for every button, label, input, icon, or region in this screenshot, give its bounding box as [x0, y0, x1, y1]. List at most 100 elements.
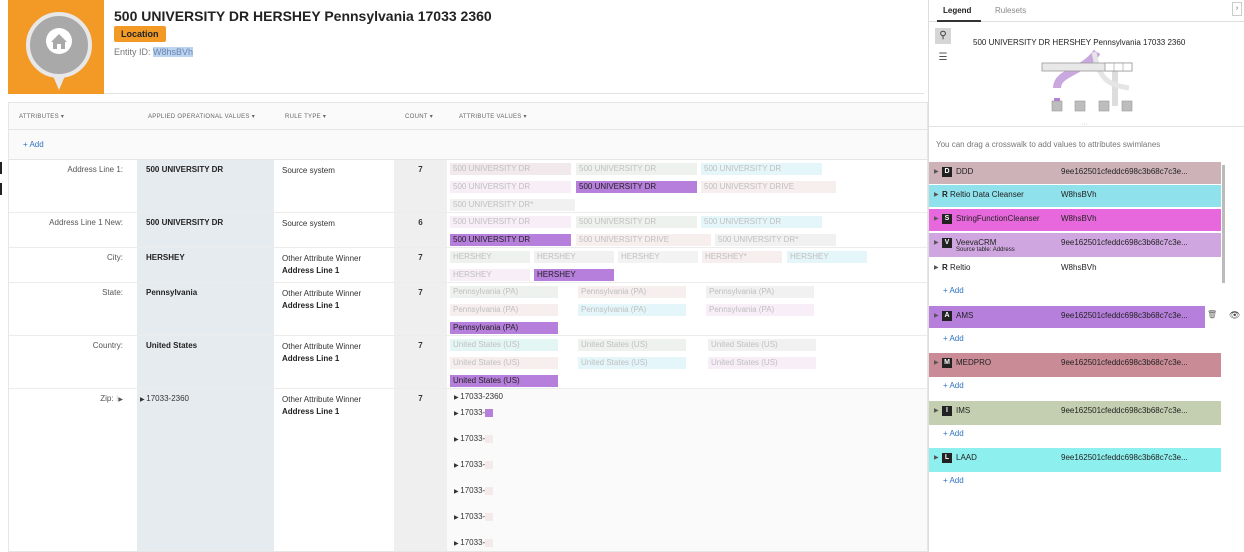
- source-letter-badge: A: [942, 311, 952, 321]
- add-crosswalk-button[interactable]: + Add: [943, 476, 964, 485]
- tree-leaf[interactable]: [1098, 100, 1110, 112]
- value-chip[interactable]: United States (US): [708, 357, 816, 369]
- source-swatch: [485, 408, 494, 417]
- resize-grip-icon[interactable]: ···: [1081, 121, 1088, 128]
- value-chip[interactable]: HERSHEY: [450, 269, 530, 281]
- value-chip[interactable]: HERSHEY: [534, 251, 614, 263]
- crosswalk-ims[interactable]: ▶ I IMS 9ee162501cfeddc698c3b68c7c3e...: [929, 401, 1221, 425]
- value-chip[interactable]: 500 UNIVERSITY DR: [576, 163, 697, 175]
- entity-id-label: Entity ID:: [114, 47, 151, 57]
- crosswalk-ams[interactable]: ▶ A AMS 9ee162501cfeddc698c3b68c7c3e...: [929, 306, 1205, 328]
- crosswalk-name: R Reltio: [942, 263, 971, 272]
- expand-arrow-icon[interactable]: ▶: [934, 191, 939, 198]
- crosswalk-drag-hint: You can drag a crosswalk to add values t…: [936, 140, 1161, 149]
- value-chip[interactable]: 500 UNIVERSITY DR: [576, 216, 697, 228]
- value-chip[interactable]: 500 UNIVERSITY DR*: [715, 234, 836, 246]
- tree-leaf[interactable]: [1051, 100, 1063, 112]
- tab-legend[interactable]: Legend: [943, 6, 971, 15]
- value-chip[interactable]: 500 UNIVERSITY DRIVE: [701, 181, 836, 193]
- expand-arrow-icon[interactable]: ▶: [934, 264, 939, 271]
- legend-scrollbar[interactable]: [1222, 165, 1225, 283]
- source-swatch: [485, 512, 494, 521]
- crosswalk-medpro[interactable]: ▶ M MEDPRO 9ee162501cfeddc698c3b68c7c3e...: [929, 353, 1221, 377]
- add-crosswalk-button[interactable]: + Add: [943, 334, 964, 343]
- operational-value[interactable]: ▶ 17033-2360: [140, 394, 189, 403]
- crosswalk-laad[interactable]: ▶ L LAAD 9ee162501cfeddc698c3b68c7c3e...: [929, 448, 1221, 472]
- value-count: 7: [418, 341, 423, 350]
- crosswalk-reltio[interactable]: ▶ R Reltio W8hsBVh: [929, 258, 1221, 280]
- value-chip[interactable]: United States (US): [708, 339, 816, 351]
- tree-leaf[interactable]: [1074, 100, 1086, 112]
- add-crosswalk-button[interactable]: + Add: [943, 429, 964, 438]
- filter-icon[interactable]: ⚲: [935, 28, 951, 44]
- value-chip[interactable]: 500 UNIVERSITY DR: [701, 216, 822, 228]
- entity-id-value[interactable]: W8hsBVh: [153, 47, 194, 57]
- expand-arrow-icon[interactable]: ▶: [934, 454, 939, 461]
- value-chip[interactable]: 500 UNIVERSITY DR: [450, 181, 571, 193]
- crosswalk-reltio-data-cleanser[interactable]: ▶ R Reltio Data Cleanser W8hsBVh: [929, 185, 1221, 207]
- value-chip[interactable]: Pennsylvania (PA): [706, 304, 814, 316]
- zip-value[interactable]: ▶ 17033-: [454, 408, 494, 417]
- expand-arrow-icon[interactable]: ▶: [934, 215, 939, 222]
- app-root: 500 UNIVERSITY DR HERSHEY Pennsylvania 1…: [0, 0, 1244, 552]
- value-chip[interactable]: 500 UNIVERSITY DR: [450, 216, 571, 228]
- zip-value[interactable]: ▶ 17033-: [454, 460, 494, 469]
- value-chip[interactable]: Pennsylvania (PA): [578, 304, 686, 316]
- value-chip-selected[interactable]: HERSHEY: [534, 269, 614, 281]
- crosswalk-stringfunctioncleanser[interactable]: ▶ S StringFunctionCleanser W8hsBVh: [929, 209, 1221, 231]
- value-chip[interactable]: United States (US): [578, 339, 686, 351]
- value-chip[interactable]: 500 UNIVERSITY DRIVE: [576, 234, 711, 246]
- add-crosswalk-button[interactable]: + Add: [943, 286, 964, 295]
- column-header-rule-type[interactable]: RULE TYPE ▾: [285, 113, 326, 120]
- value-chip[interactable]: Pennsylvania (PA): [450, 304, 558, 316]
- value-chip[interactable]: 500 UNIVERSITY DR: [450, 163, 571, 175]
- value-chip-selected[interactable]: 500 UNIVERSITY DR: [450, 234, 571, 246]
- expand-arrow-icon[interactable]: ▶: [118, 397, 123, 403]
- tree-leaf[interactable]: [1121, 100, 1133, 112]
- value-chip-selected[interactable]: 500 UNIVERSITY DR: [576, 181, 697, 193]
- trash-icon[interactable]: 🗑: [1207, 310, 1217, 319]
- zip-value[interactable]: ▶ 17033-: [454, 434, 494, 443]
- collapse-panel-icon[interactable]: ›: [1232, 2, 1242, 16]
- attributes-panel: ATTRIBUTES ▾ APPLIED OPERATIONAL VALUES …: [8, 102, 928, 552]
- value-chip[interactable]: HERSHEY: [787, 251, 867, 263]
- expand-arrow-icon[interactable]: ▶: [934, 359, 939, 366]
- crosswalk-ddd[interactable]: ▶ D DDD 9ee162501cfeddc698c3b68c7c3e...: [929, 162, 1221, 184]
- zip-value[interactable]: ▶ 17033-2360: [454, 392, 503, 401]
- crosswalk-veevacrm[interactable]: ▶ V VeevaCRM Source table: Address 9ee162501…: [929, 233, 1221, 257]
- expand-arrow-icon[interactable]: ▶: [934, 168, 939, 175]
- list-icon[interactable]: ☰: [935, 50, 951, 66]
- add-attribute-button[interactable]: + Add: [23, 140, 44, 149]
- column-header-count[interactable]: COUNT ▾: [405, 113, 433, 120]
- expand-arrow-icon[interactable]: ▶: [934, 312, 939, 319]
- expand-arrow-icon[interactable]: ▶: [934, 239, 939, 246]
- value-chip-selected[interactable]: United States (US): [450, 375, 558, 387]
- value-chip[interactable]: 500 UNIVERSITY DR: [701, 163, 822, 175]
- attribute-row: State: Pennsylvania Other Attribute Winn…: [9, 283, 927, 336]
- value-chip[interactable]: Pennsylvania (PA): [706, 286, 814, 298]
- operational-value: 500 UNIVERSITY DR: [146, 165, 224, 174]
- add-crosswalk-button[interactable]: + Add: [943, 381, 964, 390]
- value-chip[interactable]: HERSHEY*: [702, 251, 782, 263]
- value-chip[interactable]: United States (US): [578, 357, 686, 369]
- crosswalk-id: W8hsBVh: [1061, 190, 1097, 199]
- value-chip[interactable]: HERSHEY: [450, 251, 530, 263]
- zip-value[interactable]: ▶ 17033-: [454, 512, 494, 521]
- value-chip[interactable]: United States (US): [450, 339, 558, 351]
- tab-rulesets[interactable]: Rulesets: [995, 6, 1026, 15]
- column-header-attribute-values[interactable]: ATTRIBUTE VALUES ▾: [459, 113, 527, 120]
- zip-value[interactable]: ▶ 17033-: [454, 538, 494, 547]
- eye-icon[interactable]: 👁: [1229, 310, 1240, 321]
- value-chip[interactable]: Pennsylvania (PA): [450, 286, 558, 298]
- column-header-attributes[interactable]: ATTRIBUTES ▾: [19, 113, 64, 120]
- expand-arrow-icon[interactable]: ▶: [934, 407, 939, 414]
- zip-value[interactable]: ▶ 17033-: [454, 486, 494, 495]
- value-chip-selected[interactable]: Pennsylvania (PA): [450, 322, 558, 334]
- add-attribute-row: + Add: [9, 130, 927, 160]
- value-chip[interactable]: 500 UNIVERSITY DR*: [450, 199, 575, 211]
- crosswalk-name: R Reltio Data Cleanser: [942, 190, 1024, 199]
- value-chip[interactable]: HERSHEY: [618, 251, 698, 263]
- value-chip[interactable]: Pennsylvania (PA): [578, 286, 686, 298]
- column-header-applied-operational-values[interactable]: APPLIED OPERATIONAL VALUES ▾: [148, 113, 255, 120]
- value-chip[interactable]: United States (US): [450, 357, 558, 369]
